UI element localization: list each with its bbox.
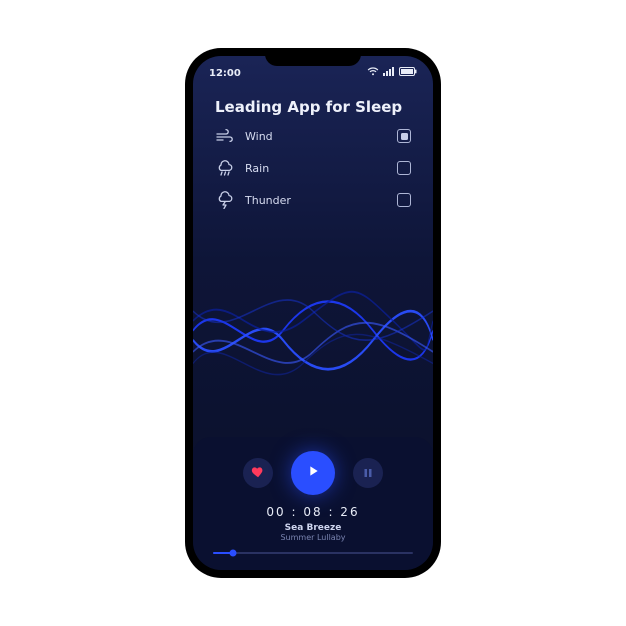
favorite-button[interactable] xyxy=(243,458,273,488)
thunder-icon xyxy=(215,190,235,210)
play-button[interactable] xyxy=(291,451,335,495)
sound-row-wind[interactable]: Wind xyxy=(215,126,411,146)
checkbox-rain[interactable] xyxy=(397,161,411,175)
sound-label: Thunder xyxy=(245,194,387,207)
signal-icon xyxy=(383,67,395,79)
page-title: Leading App for Sleep xyxy=(193,84,433,126)
player-panel: 00 : 08 : 26 Sea Breeze Summer Lullaby xyxy=(193,437,433,570)
sound-wave-visual xyxy=(193,224,433,437)
pause-icon xyxy=(362,464,374,483)
sound-list: Wind Rain Thunder xyxy=(193,126,433,210)
sound-label: Wind xyxy=(245,130,387,143)
sound-row-thunder[interactable]: Thunder xyxy=(215,190,411,210)
phone-frame: 12:00 Leading App for Sleep xyxy=(185,48,441,578)
sound-row-rain[interactable]: Rain xyxy=(215,158,411,178)
timer-display: 00 : 08 : 26 xyxy=(209,505,417,519)
pause-button[interactable] xyxy=(353,458,383,488)
rain-icon xyxy=(215,158,235,178)
status-time: 12:00 xyxy=(209,68,241,79)
notch xyxy=(265,48,361,66)
checkbox-wind[interactable] xyxy=(397,129,411,143)
sound-label: Rain xyxy=(245,162,387,175)
wind-icon xyxy=(215,126,235,146)
battery-icon xyxy=(399,67,417,79)
wifi-icon xyxy=(367,67,379,79)
play-icon xyxy=(305,463,321,483)
track-subtitle: Summer Lullaby xyxy=(209,533,417,542)
heart-icon xyxy=(251,464,265,483)
track-title: Sea Breeze xyxy=(209,523,417,533)
progress-thumb[interactable] xyxy=(230,550,237,557)
progress-bar[interactable] xyxy=(213,552,413,554)
checkbox-thunder[interactable] xyxy=(397,193,411,207)
screen: 12:00 Leading App for Sleep xyxy=(193,56,433,570)
player-controls xyxy=(209,451,417,495)
status-icons xyxy=(367,67,417,79)
